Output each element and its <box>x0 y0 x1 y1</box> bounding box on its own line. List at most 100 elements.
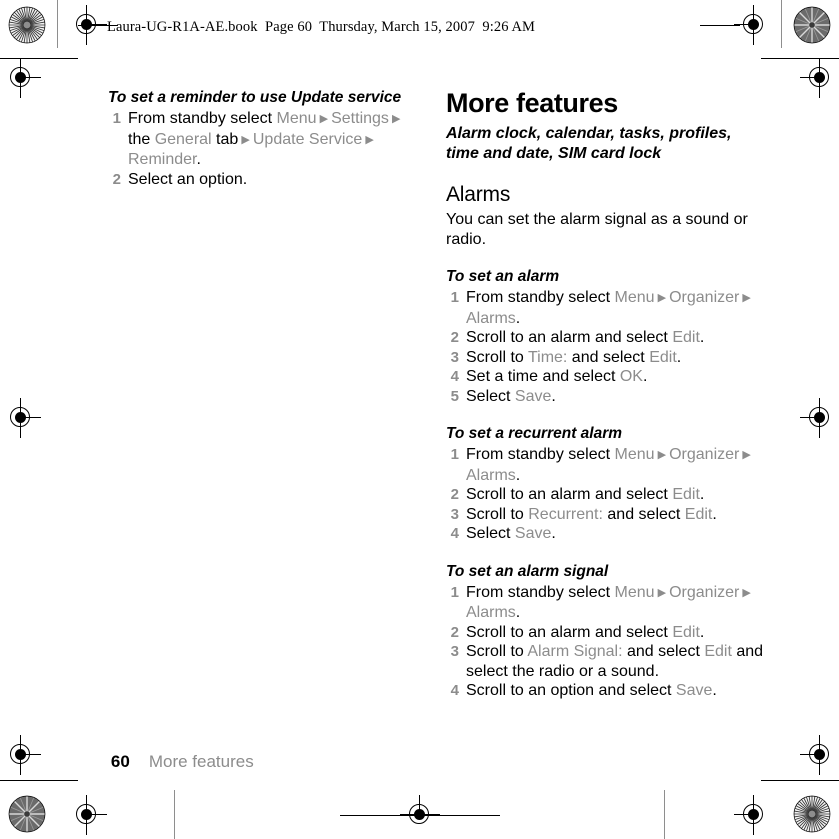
procedure-step: From standby select Menu ▶ Organizer ▶ A… <box>446 583 766 623</box>
procedure-step: Scroll to an option and select Save. <box>446 681 766 701</box>
ui-string-edit: Edit <box>704 643 732 660</box>
procedure-step: Select Save. <box>446 524 766 544</box>
ui-string-save: Save <box>514 387 552 405</box>
procedure-step: From standby select Menu ▶ Organizer ▶ A… <box>446 445 766 485</box>
step-arrow-icon: ▶ <box>739 292 751 304</box>
step-arrow-icon: ▶ <box>316 113 332 125</box>
registration-mark-bottom-left <box>67 795 107 835</box>
procedure-steps-set-an-alarm: From standby select Menu ▶ Organizer ▶ A… <box>446 288 766 406</box>
ui-string-general: General <box>154 130 212 148</box>
procedure-step: From standby select Menu ▶ Organizer ▶ A… <box>446 288 766 328</box>
trim-rule-vertical-bottom-left <box>174 790 175 839</box>
step-text: Scroll to an alarm and select Edit. <box>466 486 705 503</box>
section-title-alarms: Alarms <box>446 183 511 206</box>
registration-mark-bottom-right <box>734 795 774 835</box>
procedure-step: Scroll to Time: and select Edit. <box>446 348 766 368</box>
procedure-step: Scroll to an alarm and select Edit. <box>446 485 766 505</box>
procedure-step: From standby select Menu ▶ Settings ▶ th… <box>108 109 408 170</box>
ui-string-edit: Edit <box>672 329 700 346</box>
step-text: From standby select Menu ▶ Organizer ▶ A… <box>466 446 751 484</box>
ui-string-alarms: Alarms <box>466 309 516 327</box>
ui-string-edit: Edit <box>672 486 700 503</box>
trim-rule-header-right <box>700 25 740 26</box>
step-arrow-icon: ▶ <box>739 449 751 461</box>
ui-string-organizer: Organizer <box>669 446 740 463</box>
page-number: 60 <box>110 752 130 771</box>
document-file-header: Laura-UG-R1A-AE.book Page 60 Thursday, M… <box>107 19 536 35</box>
procedure-title-update-service-reminder: To set a reminder to use Update service <box>108 89 402 106</box>
ui-string-recurrent: Recurrent: <box>528 505 603 523</box>
registration-mark-lower-right-trim <box>800 735 839 775</box>
trim-rule-footer-center <box>340 815 500 816</box>
chapter-title: More features <box>446 88 618 118</box>
ui-string-menu: Menu <box>614 583 655 601</box>
procedure-step: Scroll to an alarm and select Edit. <box>446 328 766 348</box>
color-calibration-target-top-right <box>793 6 831 44</box>
procedure-steps-set-recurrent-alarm: From standby select Menu ▶ Organizer ▶ A… <box>446 445 766 544</box>
step-text: Scroll to Recurrent: and select Edit. <box>466 505 717 523</box>
registration-mark-middle-left <box>1 398 41 438</box>
ui-string-edit: Edit <box>672 623 700 641</box>
procedure-title-set-alarm-signal: To set an alarm signal <box>446 562 609 580</box>
footer-running-head: More features <box>148 752 254 771</box>
step-text: From standby select Menu ▶ Settings ▶ th… <box>128 110 401 168</box>
color-calibration-target-bottom-left <box>8 795 46 833</box>
ui-string-save: Save <box>514 525 552 542</box>
procedure-steps-set-alarm-signal: From standby select Menu ▶ Organizer ▶ A… <box>446 583 766 701</box>
step-text: Scroll to an alarm and select Edit. <box>466 623 705 641</box>
step-text: Select an option. <box>128 170 248 188</box>
step-text: Select Save. <box>466 525 556 542</box>
registration-mark-upper-right-trim <box>800 58 839 98</box>
procedure-step: Select Save. <box>446 387 766 407</box>
ui-string-update-service: Update Service <box>252 130 363 148</box>
ui-string-edit: Edit <box>684 505 713 523</box>
procedure-title-set-recurrent-alarm: To set a recurrent alarm <box>446 425 623 442</box>
procedure-steps-update-service-reminder: From standby select Menu ▶ Settings ▶ th… <box>108 109 408 189</box>
procedure-step: Set a time and select OK. <box>446 367 766 387</box>
registration-mark-middle-right <box>800 398 839 438</box>
registration-mark-top-right <box>734 5 774 45</box>
step-text: From standby select Menu ▶ Organizer ▶ A… <box>466 583 751 622</box>
trim-rule-bottom-right <box>761 780 839 781</box>
ui-string-alarms: Alarms <box>466 466 516 484</box>
document-page: Laura-UG-R1A-AE.book Page 60 Thursday, M… <box>0 0 839 839</box>
step-arrow-icon: ▶ <box>238 133 253 146</box>
trim-rule-top-right <box>761 58 839 59</box>
ui-string-time: Time: <box>527 348 568 366</box>
step-text: Scroll to Alarm Signal: and select Edit … <box>466 643 764 680</box>
ui-string-alarms: Alarms <box>466 604 516 621</box>
ui-string-settings: Settings <box>331 110 389 127</box>
trim-rule-top-left <box>0 58 78 59</box>
step-arrow-icon: ▶ <box>739 586 751 599</box>
ui-string-reminder: Reminder <box>128 151 197 168</box>
trim-rule-vertical-left <box>57 0 58 48</box>
step-text: Set a time and select OK. <box>466 368 648 385</box>
step-text: Select Save. <box>466 387 556 405</box>
page-footer: 60 More features <box>92 729 254 795</box>
ui-string-organizer: Organizer <box>669 289 740 306</box>
step-arrow-icon: ▶ <box>362 133 374 146</box>
ui-string-organizer: Organizer <box>669 583 740 601</box>
color-calibration-target-top-left <box>8 6 46 44</box>
procedure-step: Scroll to Alarm Signal: and select Edit … <box>446 642 766 681</box>
trim-rule-vertical-right <box>781 0 782 48</box>
registration-mark-upper-left-trim <box>1 58 41 98</box>
ui-string-edit: Edit <box>649 348 677 366</box>
ui-string-menu: Menu <box>614 289 655 306</box>
step-arrow-icon: ▶ <box>388 113 401 125</box>
step-text: From standby select Menu ▶ Organizer ▶ A… <box>466 289 751 327</box>
ui-string-menu: Menu <box>614 446 655 463</box>
ui-string-save: Save <box>675 682 713 699</box>
chapter-subtitle: Alarm clock, calendar, tasks, profiles, … <box>446 125 732 162</box>
procedure-title-set-an-alarm: To set an alarm <box>446 268 560 285</box>
step-arrow-icon: ▶ <box>654 292 670 304</box>
procedure-step: Select an option. <box>108 170 408 190</box>
ui-string-menu: Menu <box>276 110 317 127</box>
step-arrow-icon: ▶ <box>654 449 670 461</box>
ui-string-ok: OK <box>619 368 643 385</box>
step-text: Scroll to an option and select Save. <box>466 682 717 699</box>
procedure-step: Scroll to Recurrent: and select Edit. <box>446 505 766 525</box>
procedure-step: Scroll to an alarm and select Edit. <box>446 623 766 643</box>
trim-rule-vertical-bottom-right <box>664 790 665 839</box>
step-text: Scroll to an alarm and select Edit. <box>466 329 705 346</box>
